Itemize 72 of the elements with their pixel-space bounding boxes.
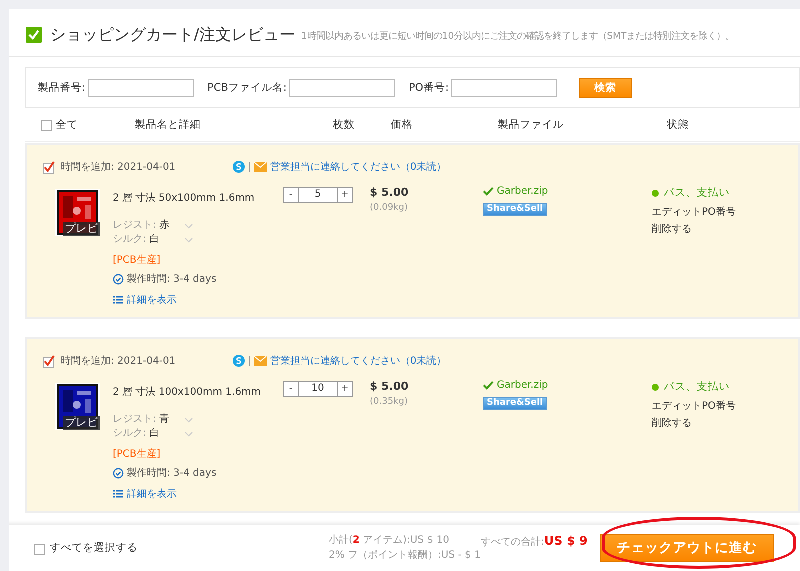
- column-header: 製品ファイル: [498, 118, 564, 130]
- column-header: 価格: [391, 118, 413, 130]
- column-header: 枚数: [333, 118, 355, 130]
- field-label: PCBファイル名:: [208, 80, 287, 94]
- status-dot: [652, 190, 659, 196]
- page-title: ショッピングカート/注文レビュー: [50, 24, 296, 46]
- select-all-label: 全て: [56, 118, 78, 132]
- weight: (0.35kg): [370, 397, 409, 407]
- separator: |: [248, 162, 252, 172]
- product-spec: 2 層 寸法 100x100mm 1.6mm: [113, 386, 262, 399]
- lead-time: 製作時間: 3-4 days: [127, 466, 217, 480]
- product-spec: 2 層 寸法 50x100mm 1.6mm: [113, 192, 256, 205]
- option-label: レジスト: 青: [113, 413, 170, 427]
- action-link[interactable]: エディットPO番号: [652, 206, 798, 219]
- total-label: すべての合計:: [481, 536, 544, 548]
- clock-icon: [113, 274, 124, 284]
- subtotal-text: 小計(2 アイテム):US $ 10: [329, 534, 450, 548]
- chevron-down-icon[interactable]: [185, 238, 193, 242]
- product-tag: [PCB生産]: [113, 253, 283, 267]
- checkbox[interactable]: [42, 354, 55, 368]
- input-field[interactable]: [88, 78, 194, 96]
- details-link[interactable]: 詳細を表示: [127, 487, 177, 501]
- checkbox[interactable]: [33, 542, 46, 554]
- lead-time: 製作時間: 3-4 days: [127, 272, 217, 286]
- field-label: 製品番号:: [38, 80, 86, 94]
- added-date: 時間を追加: 2021-04-01: [61, 354, 177, 368]
- list-icon[interactable]: [113, 296, 123, 304]
- mail-icon[interactable]: [254, 162, 268, 172]
- list-icon[interactable]: [113, 490, 123, 498]
- chevron-down-icon[interactable]: [185, 432, 193, 436]
- option-label: シルク: 白: [113, 233, 160, 247]
- product-tag: [PCB生産]: [113, 447, 283, 461]
- added-date: 時間を追加: 2021-04-01: [61, 160, 177, 174]
- chevron-down-icon[interactable]: [185, 224, 193, 228]
- check-icon: [483, 381, 494, 390]
- total-amount: US $ 9: [544, 534, 588, 548]
- chat-icon[interactable]: [233, 161, 245, 173]
- price: $ 5.00: [370, 186, 410, 199]
- quantity-stepper[interactable]: - 10 +: [283, 381, 353, 397]
- checkbox[interactable]: [42, 160, 55, 174]
- contact-link[interactable]: 営業担当に連絡してください（0未読）: [270, 354, 447, 368]
- preview-label[interactable]: プレビ: [63, 416, 100, 430]
- clock-icon: [113, 468, 124, 478]
- select-all-label: すべてを選択する: [50, 541, 138, 555]
- option-label: レジスト: 赤: [113, 219, 170, 233]
- contact-link[interactable]: 営業担当に連絡してください（0未読）: [270, 160, 447, 174]
- action-link[interactable]: 削除する: [652, 417, 798, 430]
- notice-text: 1時間以内あるいは更に短い时间の10分以内にご注文の確認を終了します（SMTまたは特別注文を除く）。: [301, 30, 735, 43]
- preview-label[interactable]: プレビ: [63, 222, 100, 236]
- status-dot: [652, 384, 659, 390]
- separator: |: [248, 356, 252, 366]
- mail-icon[interactable]: [254, 356, 268, 366]
- column-header: 製品名と詳細: [135, 118, 201, 130]
- input-field[interactable]: [451, 78, 558, 96]
- points-text: 2% フ（ポイント報酬）:US - $ 1: [329, 548, 481, 563]
- weight: (0.09kg): [370, 203, 409, 213]
- chevron-down-icon[interactable]: [185, 418, 193, 422]
- input-field[interactable]: [288, 78, 395, 96]
- checkbox[interactable]: [40, 118, 53, 131]
- field-label: PO番号:: [408, 80, 450, 94]
- details-link[interactable]: 詳細を表示: [127, 293, 177, 307]
- check-icon: [483, 187, 494, 196]
- quantity-stepper[interactable]: - 5 +: [283, 187, 353, 203]
- option-label: シルク: 白: [113, 427, 160, 441]
- chat-icon[interactable]: [233, 355, 245, 367]
- status-text: パス、支払い: [664, 380, 730, 394]
- action-link[interactable]: 削除する: [652, 223, 798, 236]
- checkbox-icon: [26, 27, 42, 43]
- column-header: 状態: [667, 118, 689, 130]
- status-text: パス、支払い: [664, 186, 730, 200]
- action-link[interactable]: エディットPO番号: [652, 400, 798, 413]
- price: $ 5.00: [370, 380, 410, 393]
